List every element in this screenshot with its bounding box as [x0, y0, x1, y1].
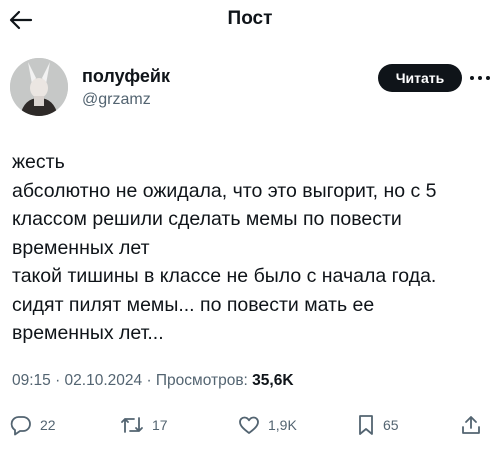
tweet-text: жесть абсолютно не ожидала, что это выго…: [12, 148, 488, 348]
author-row: полуфейк @grzamz Читать: [10, 58, 490, 118]
repost-icon: [121, 417, 143, 433]
timestamp[interactable]: 09:15 · 02.10.2024 · Просмотров:: [12, 372, 252, 389]
more-button[interactable]: [468, 64, 492, 92]
top-bar: Пост: [0, 0, 500, 40]
like-icon: [239, 416, 259, 434]
tweet-line: временных лет...: [12, 322, 164, 344]
avatar[interactable]: [10, 58, 68, 116]
share-button[interactable]: [460, 410, 482, 440]
tweet-line: жесть: [12, 151, 65, 173]
author-name[interactable]: полуфейк: [82, 66, 170, 87]
more-icon: [470, 76, 490, 80]
bookmark-button[interactable]: 65: [357, 410, 399, 440]
reply-count: 22: [40, 417, 56, 433]
reply-icon: [10, 416, 31, 436]
tweet-line: временных лет: [12, 236, 150, 259]
repost-count: 17: [152, 417, 168, 433]
author-handle[interactable]: @grzamz: [82, 91, 151, 109]
read-button[interactable]: Читать: [378, 64, 462, 92]
tweet-line: абсолютно не ожидала, что это выгорит, н…: [12, 179, 437, 202]
like-button[interactable]: 1,9K: [238, 410, 297, 440]
bookmark-count: 65: [383, 417, 399, 433]
tweet-line: такой тишины в классе не было с начала г…: [12, 265, 437, 287]
action-bar: 22 17 1,9K 65: [0, 410, 500, 440]
tweet-line: классом решили сделать мемы по повести: [12, 208, 402, 230]
reply-button[interactable]: 22: [10, 410, 56, 440]
page-title: Пост: [227, 8, 273, 29]
tweet-line: сидят пилят мемы... по повести мать ее: [12, 293, 375, 316]
tweet-meta: 09:15 · 02.10.2024 · Просмотров: 35,6K: [12, 372, 294, 390]
view-count: 35,6K: [252, 372, 294, 389]
bookmark-icon: [359, 415, 373, 435]
share-icon: [462, 416, 480, 434]
repost-button[interactable]: 17: [120, 410, 168, 440]
like-count: 1,9K: [268, 417, 297, 433]
